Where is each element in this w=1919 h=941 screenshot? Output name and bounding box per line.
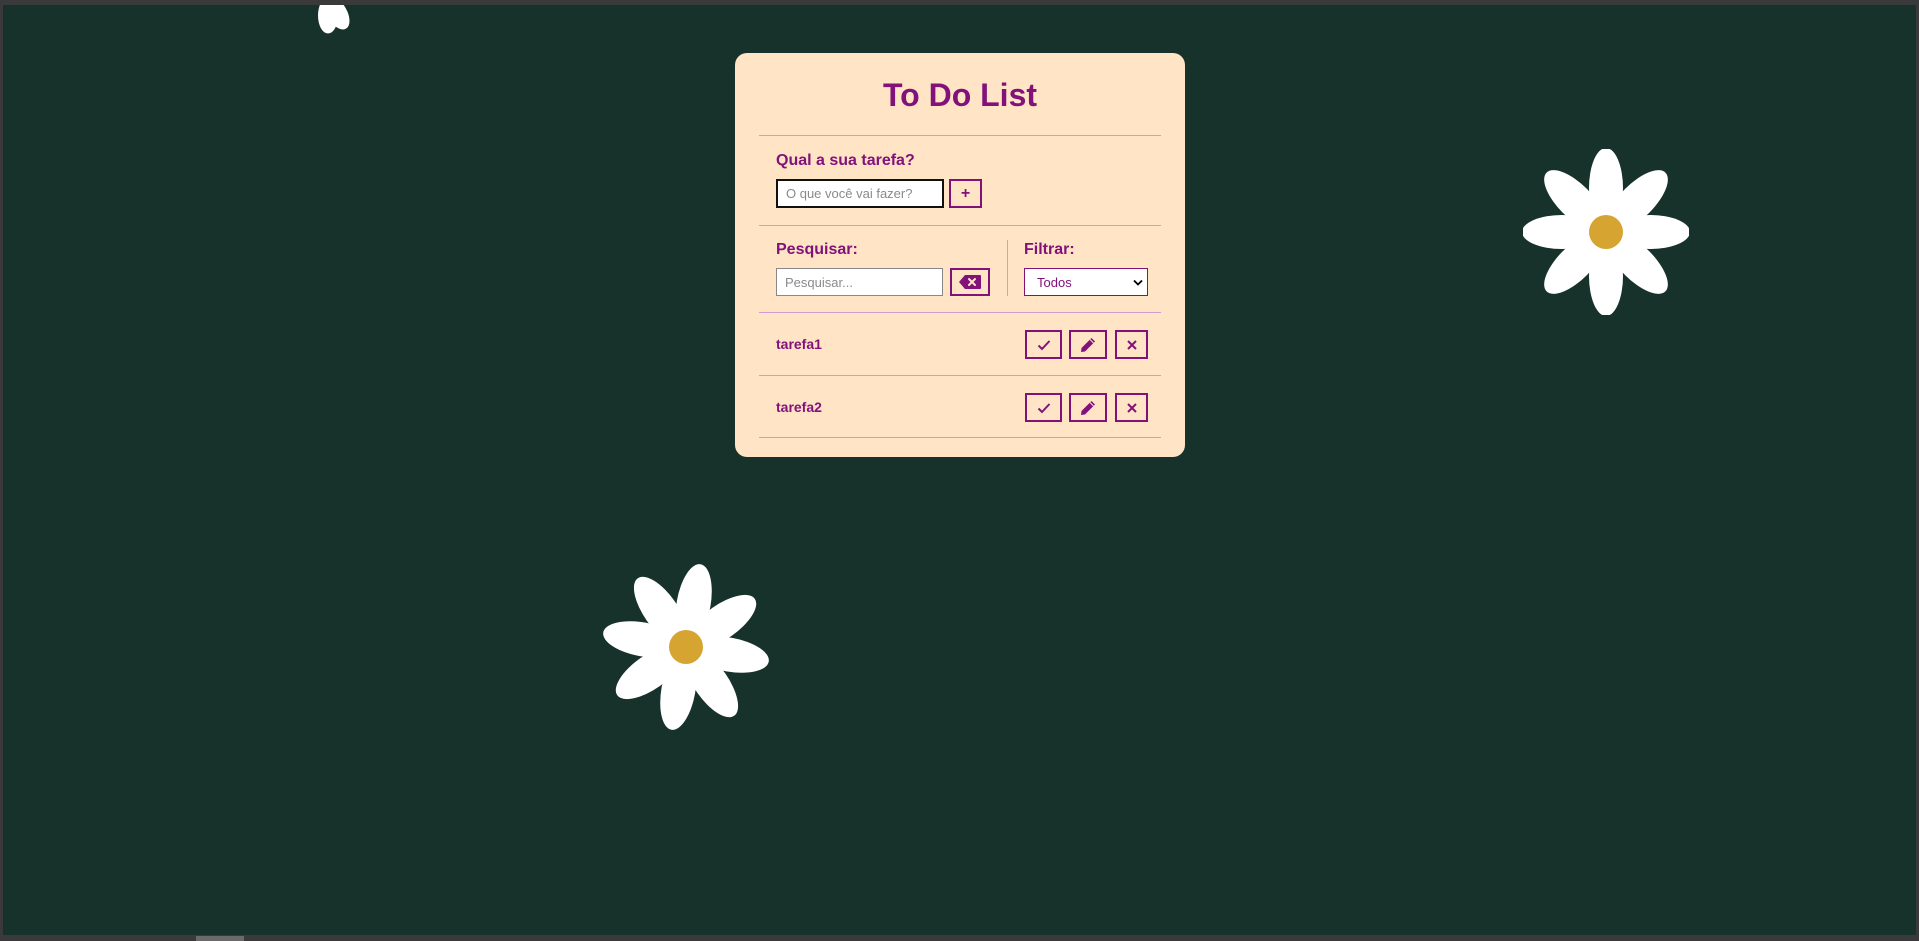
search-label: Pesquisar:: [776, 241, 858, 258]
clear-search-button[interactable]: [950, 268, 990, 296]
divider: [759, 375, 1161, 376]
section-divider: [1007, 240, 1008, 296]
pencil-icon: [1081, 337, 1095, 352]
todo-card: To Do List Qual a sua tarefa? + Pesquisa…: [735, 53, 1185, 457]
divider: [759, 437, 1161, 438]
page-background: To Do List Qual a sua tarefa? + Pesquisa…: [3, 5, 1916, 935]
erase-backspace-icon: [959, 275, 981, 289]
delete-task-button[interactable]: [1115, 330, 1148, 359]
search-input[interactable]: [776, 268, 943, 296]
add-task-label: Qual a sua tarefa?: [776, 152, 915, 169]
check-icon: [1037, 339, 1050, 350]
daisy-decoration-right: [1523, 149, 1689, 315]
complete-task-button[interactable]: [1025, 393, 1062, 422]
filter-label: Filtrar:: [1024, 241, 1075, 258]
divider: [759, 312, 1161, 313]
page-title: To Do List: [882, 77, 1038, 113]
add-task-button[interactable]: +: [949, 179, 982, 208]
edit-task-button[interactable]: [1069, 393, 1107, 422]
daisy-decoration-left: [603, 564, 769, 730]
pencil-icon: [1081, 400, 1095, 415]
daisy-decoration-top: [318, 5, 350, 34]
filter-selected-value: Todos: [1037, 274, 1072, 290]
filter-select[interactable]: Todos: [1024, 268, 1148, 296]
divider: [759, 135, 1161, 136]
check-icon: [1037, 402, 1050, 413]
horizontal-scrollbar[interactable]: [196, 936, 244, 941]
task-title: tarefa2: [776, 399, 822, 415]
chevron-down-icon: [1133, 279, 1143, 286]
edit-task-button[interactable]: [1069, 330, 1107, 359]
new-task-input[interactable]: [776, 179, 944, 208]
task-title: tarefa1: [776, 336, 822, 352]
x-icon: [1126, 339, 1137, 350]
x-icon: [1126, 402, 1137, 413]
browser-frame: To Do List Qual a sua tarefa? + Pesquisa…: [0, 0, 1919, 941]
complete-task-button[interactable]: [1025, 330, 1062, 359]
delete-task-button[interactable]: [1115, 393, 1148, 422]
divider: [759, 225, 1161, 226]
